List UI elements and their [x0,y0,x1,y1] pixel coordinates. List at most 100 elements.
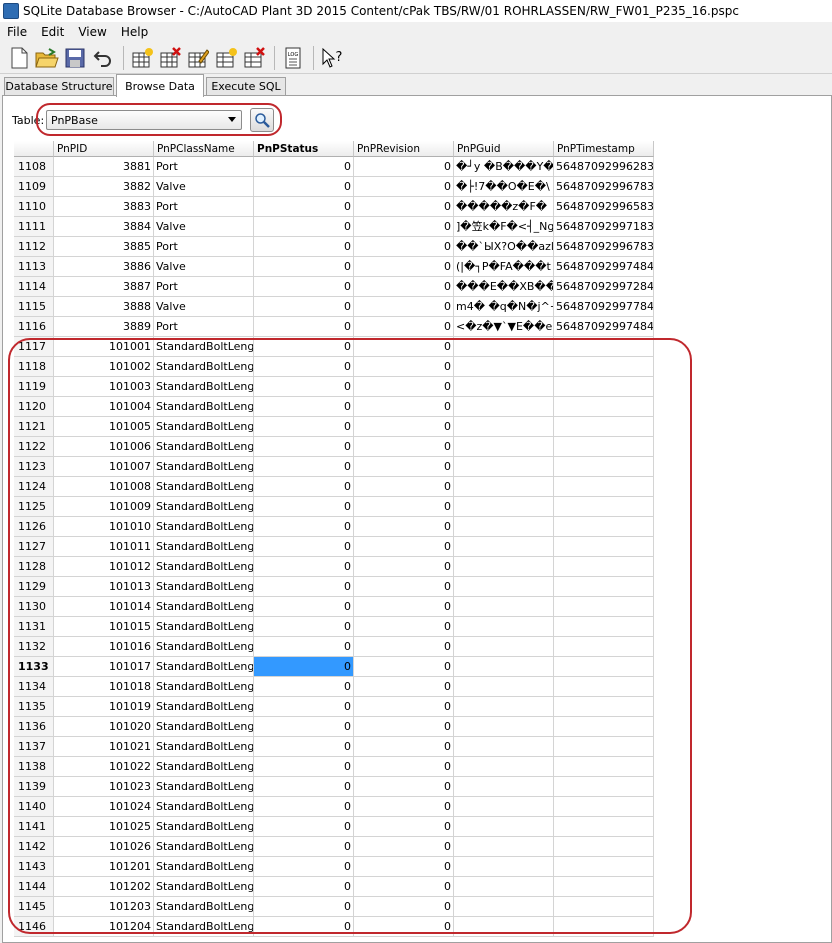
cell-pnpid[interactable]: 3885 [54,237,154,257]
cell-pnpguid[interactable] [454,537,554,557]
delete-table-icon[interactable] [157,45,183,71]
cell-pnprevision[interactable]: 0 [354,837,454,857]
cell-pnpid[interactable]: 3882 [54,177,154,197]
cell-pnptimestamp[interactable] [554,457,654,477]
cell-pnpstatus[interactable]: 0 [254,817,354,837]
cell-pnpguid[interactable] [454,837,554,857]
cell-pnpid[interactable]: 101204 [54,917,154,937]
cell-pnpstatus[interactable]: 0 [254,857,354,877]
cell-pnpid[interactable]: 101202 [54,877,154,897]
cell-pnpid[interactable]: 101024 [54,797,154,817]
tab-database-structure[interactable]: Database Structure [4,77,114,95]
cell-pnprevision[interactable]: 0 [354,417,454,437]
cell-pnpstatus[interactable]: 0 [254,437,354,457]
cell-pnptimestamp[interactable]: 5648709299748402 [554,257,654,277]
table-row[interactable]: 1135101019StandardBoltLength00 [14,697,654,717]
cell-pnpid[interactable]: 101004 [54,397,154,417]
whats-this-icon[interactable]: ? [319,45,345,71]
table-row[interactable]: 1134101018StandardBoltLength00 [14,677,654,697]
cell-pnpstatus[interactable]: 0 [254,157,354,177]
cell-pnptimestamp[interactable] [554,417,654,437]
cell-pnpclassname[interactable]: StandardBoltLength [154,877,254,897]
cell-pnpstatus[interactable]: 0 [254,377,354,397]
cell-pnpid[interactable]: 101003 [54,377,154,397]
cell-pnprevision[interactable]: 0 [354,857,454,877]
cell-pnpid[interactable]: 101008 [54,477,154,497]
cell-pnptimestamp[interactable]: 5648709299658393 [554,197,654,217]
cell-pnpclassname[interactable]: StandardBoltLength [154,397,254,417]
table-row[interactable]: 1122101006StandardBoltLength00 [14,437,654,457]
column-header-pnprevision[interactable]: PnPRevision [354,141,454,157]
cell-pnpid[interactable]: 101002 [54,357,154,377]
cell-pnpclassname[interactable]: Port [154,197,254,217]
table-row[interactable]: 1140101024StandardBoltLength00 [14,797,654,817]
cell-pnpguid[interactable]: �┘y �B���Y� [454,157,554,177]
cell-pnpguid[interactable] [454,797,554,817]
cell-pnpid[interactable]: 3889 [54,317,154,337]
cell-pnptimestamp[interactable] [554,917,654,937]
cell-pnptimestamp[interactable]: 5648709299748402 [554,317,654,337]
cell-pnpguid[interactable]: �����z�F� [454,197,554,217]
cell-pnpstatus[interactable]: 0 [254,577,354,597]
cell-pnpid[interactable]: 101023 [54,777,154,797]
menu-help[interactable]: Help [114,25,155,39]
cell-pnpstatus[interactable]: 0 [254,417,354,437]
cell-pnpclassname[interactable]: Port [154,157,254,177]
cell-pnpid[interactable]: 101009 [54,497,154,517]
cell-pnprevision[interactable]: 0 [354,757,454,777]
cell-pnpguid[interactable] [454,557,554,577]
cell-pnpstatus[interactable]: 0 [254,257,354,277]
cell-pnprevision[interactable]: 0 [354,477,454,497]
cell-pnpid[interactable]: 101007 [54,457,154,477]
cell-pnpclassname[interactable]: StandardBoltLength [154,497,254,517]
cell-pnptimestamp[interactable] [554,597,654,617]
cell-pnptimestamp[interactable] [554,857,654,877]
cell-pnpclassname[interactable]: StandardBoltLength [154,697,254,717]
cell-pnpstatus[interactable]: 0 [254,757,354,777]
cell-pnprevision[interactable]: 0 [354,657,454,677]
cell-pnpstatus[interactable]: 0 [254,657,354,677]
cell-pnpid[interactable]: 101021 [54,737,154,757]
table-row[interactable]: 1118101002StandardBoltLength00 [14,357,654,377]
cell-pnpid[interactable]: 101018 [54,677,154,697]
cell-pnptimestamp[interactable] [554,517,654,537]
cell-pnpguid[interactable]: <�z�▼`▼E��e$ [454,317,554,337]
cell-pnpstatus[interactable]: 0 [254,397,354,417]
cell-pnpclassname[interactable]: StandardBoltLength [154,897,254,917]
table-row[interactable]: 1128101012StandardBoltLength00 [14,557,654,577]
cell-pnptimestamp[interactable] [554,557,654,577]
cell-pnprevision[interactable]: 0 [354,357,454,377]
cell-pnprevision[interactable]: 0 [354,377,454,397]
cell-pnptimestamp[interactable] [554,757,654,777]
search-button[interactable] [250,108,274,132]
cell-pnpguid[interactable] [454,697,554,717]
column-header-pnpstatus[interactable]: PnPStatus [254,141,354,157]
cell-pnpguid[interactable] [454,577,554,597]
menu-view[interactable]: View [71,25,113,39]
cell-pnpclassname[interactable]: Port [154,237,254,257]
table-row[interactable]: 1115 3888 Valve 0 0 m4� �q�N�j^+ 5648709299778… [14,297,654,317]
cell-pnprevision[interactable]: 0 [354,897,454,917]
cell-pnpclassname[interactable]: StandardBoltLength [154,757,254,777]
cell-pnpguid[interactable] [454,897,554,917]
save-icon[interactable] [62,45,88,71]
cell-pnpid[interactable]: 101006 [54,437,154,457]
cell-pnpguid[interactable] [454,877,554,897]
cell-pnpid[interactable]: 101014 [54,597,154,617]
cell-pnptimestamp[interactable] [554,397,654,417]
table-row[interactable]: 1111 3884 Valve 0 0]�笠k�F�<┤_Ng 5648709299718… [14,217,654,237]
cell-pnpguid[interactable] [454,757,554,777]
cell-pnprevision[interactable]: 0 [354,597,454,617]
sql-log-icon[interactable]: LOG [280,45,306,71]
cell-pnpguid[interactable] [454,657,554,677]
cell-pnptimestamp[interactable] [554,337,654,357]
cell-pnpclassname[interactable]: StandardBoltLength [154,597,254,617]
cell-pnprevision[interactable]: 0 [354,797,454,817]
cell-pnpid[interactable]: 101017 [54,657,154,677]
cell-pnpstatus[interactable]: 0 [254,897,354,917]
cell-pnpclassname[interactable]: Valve [154,177,254,197]
cell-pnpclassname[interactable]: StandardBoltLength [154,417,254,437]
cell-pnprevision[interactable]: 0 [354,537,454,557]
cell-pnpclassname[interactable]: StandardBoltLength [154,477,254,497]
cell-pnpid[interactable]: 101203 [54,897,154,917]
